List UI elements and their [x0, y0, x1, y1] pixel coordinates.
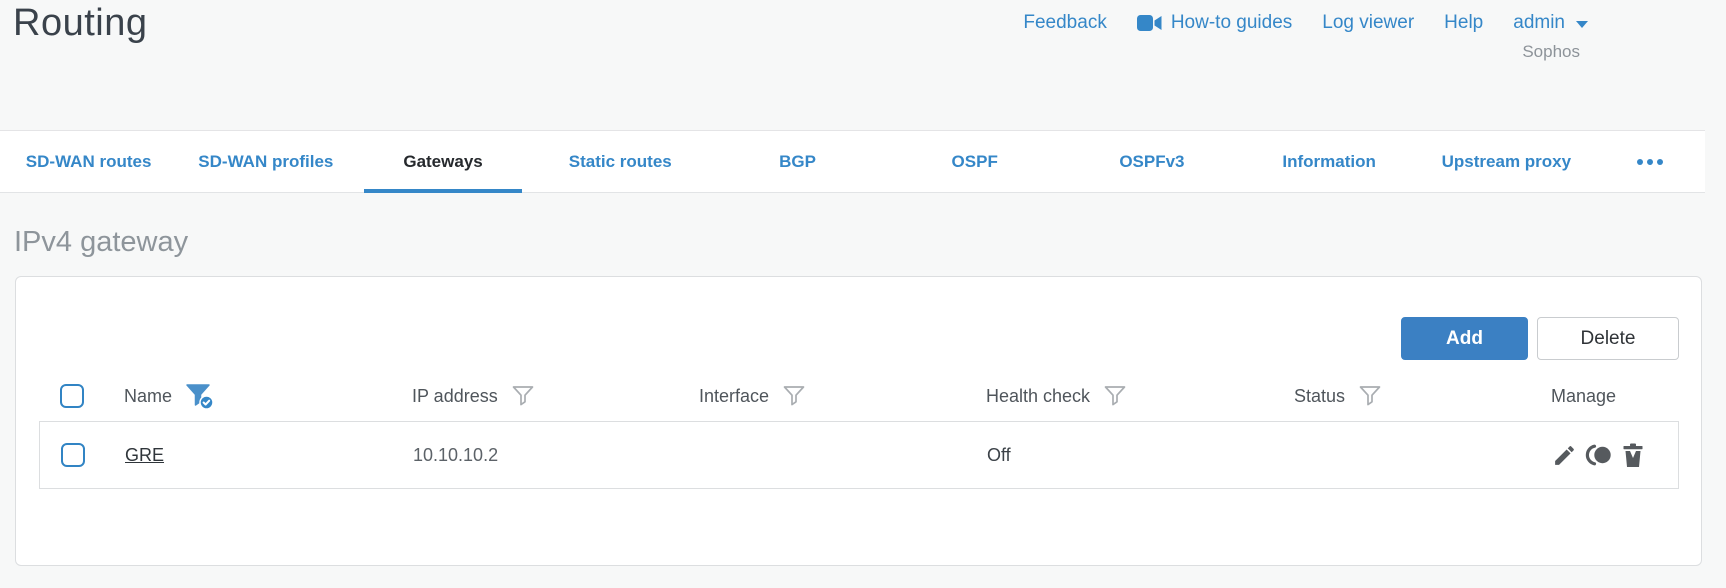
tab-bgp[interactable]: BGP: [709, 131, 886, 192]
page-title: Routing: [13, 2, 148, 44]
column-header-manage: Manage: [1551, 386, 1679, 407]
tab-upstream-proxy[interactable]: Upstream proxy: [1418, 131, 1595, 192]
column-label: Status: [1294, 385, 1346, 406]
ip-address-value: 10.10.10.2: [413, 444, 499, 465]
tabbar: SD-WAN routes SD-WAN profiles Gateways S…: [0, 130, 1705, 193]
column-header-ip-address: IP address: [412, 384, 699, 408]
help-label: Help: [1444, 12, 1484, 33]
column-header-status: Status: [1294, 384, 1551, 408]
video-camera-icon: [1136, 15, 1162, 31]
column-label: Interface: [699, 385, 770, 406]
log-viewer-label: Log viewer: [1322, 12, 1415, 33]
tab-sd-wan-routes[interactable]: SD-WAN routes: [0, 131, 177, 192]
tab-sd-wan-profiles[interactable]: SD-WAN profiles: [177, 131, 354, 192]
edit-pencil-icon[interactable]: [1552, 443, 1577, 468]
tab-information[interactable]: Information: [1241, 131, 1418, 192]
clone-icon[interactable]: [1585, 444, 1613, 466]
select-all-checkbox[interactable]: [60, 384, 84, 408]
health-check-value: Off: [987, 444, 1011, 465]
manage-cell: [1552, 443, 1678, 468]
feedback-link[interactable]: Feedback: [1023, 12, 1106, 34]
table-body: GRE 10.10.10.2 Off: [39, 421, 1679, 489]
table-row: GRE 10.10.10.2 Off: [40, 422, 1678, 488]
column-label: Manage: [1551, 385, 1617, 406]
utility-nav: Feedback How-to guides Log viewer Help a…: [1023, 12, 1588, 34]
column-label: Name: [124, 385, 173, 406]
filter-active-icon[interactable]: [185, 383, 216, 410]
tab-static-routes[interactable]: Static routes: [532, 131, 709, 192]
user-label: admin: [1513, 12, 1565, 33]
more-tabs-icon[interactable]: [1595, 131, 1705, 192]
howto-guides-label: How-to guides: [1170, 12, 1293, 33]
section-title: IPv4 gateway: [14, 226, 189, 258]
howto-guides-link[interactable]: How-to guides: [1136, 12, 1293, 34]
feedback-label: Feedback: [1023, 12, 1107, 33]
gateway-table: Name IP address Interface Health check S…: [39, 371, 1679, 489]
filter-icon[interactable]: [1358, 384, 1382, 408]
delete-trash-icon[interactable]: [1621, 443, 1645, 468]
row-checkbox[interactable]: [61, 443, 85, 467]
gateway-panel: Add Delete Name IP address Interface Hea…: [15, 276, 1702, 566]
log-viewer-link[interactable]: Log viewer: [1322, 12, 1414, 34]
column-label: Health check: [986, 385, 1091, 406]
chevron-down-icon: [1576, 21, 1588, 28]
tab-gateways[interactable]: Gateways: [354, 131, 531, 193]
user-menu[interactable]: admin: [1513, 12, 1588, 34]
help-link[interactable]: Help: [1444, 12, 1483, 34]
gateway-name-link[interactable]: GRE: [125, 445, 164, 465]
org-label: Sophos: [1522, 42, 1580, 61]
toolbar: Add Delete: [1401, 317, 1679, 360]
column-header-health-check: Health check: [986, 384, 1294, 408]
filter-icon[interactable]: [782, 384, 806, 408]
tab-ospfv3[interactable]: OSPFv3: [1063, 131, 1240, 192]
top-header: Routing Feedback How-to guides Log viewe…: [0, 0, 1726, 130]
column-header-interface: Interface: [699, 384, 986, 408]
tab-ospf[interactable]: OSPF: [886, 131, 1063, 192]
table-header-row: Name IP address Interface Health check S…: [39, 371, 1679, 421]
filter-icon[interactable]: [511, 384, 535, 408]
delete-button[interactable]: Delete: [1537, 317, 1679, 360]
add-button[interactable]: Add: [1401, 317, 1528, 360]
column-header-name: Name: [124, 383, 412, 410]
filter-icon[interactable]: [1103, 384, 1127, 408]
column-label: IP address: [412, 385, 498, 406]
